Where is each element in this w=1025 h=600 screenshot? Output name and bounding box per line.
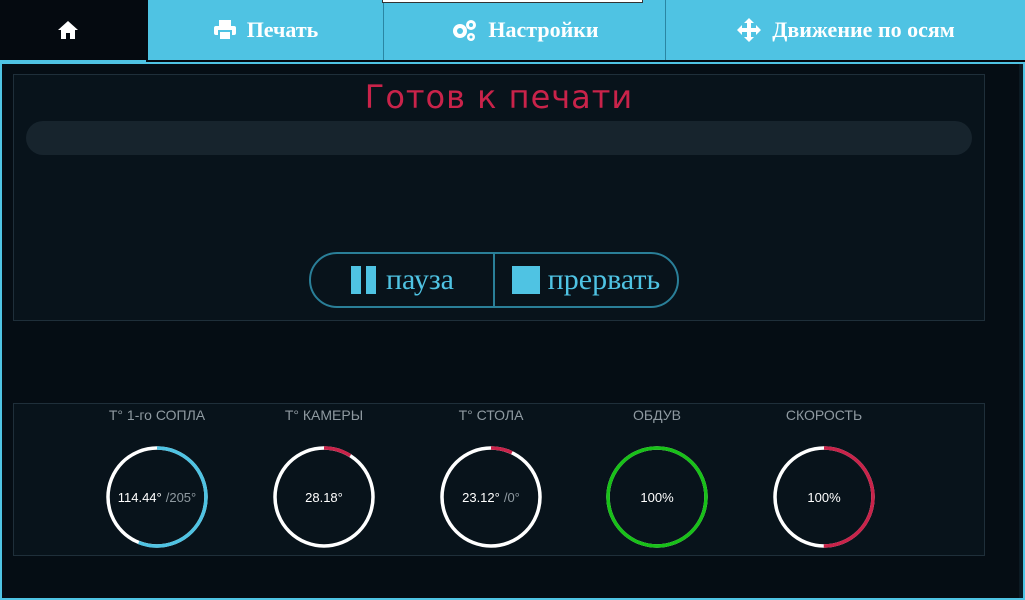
tab-bar: Печать Настройки Движение по осям	[0, 0, 1025, 64]
gauge: T° СТОЛА 23.12°/0°	[431, 405, 551, 549]
gauge-value: 100%	[605, 445, 709, 549]
tab-settings-label: Настройки	[488, 17, 599, 42]
tab-axes-label: Движение по осям	[772, 17, 955, 42]
gauge-ring: 28.18°	[272, 445, 376, 549]
tab-print[interactable]: Печать	[148, 0, 383, 60]
print-progress-bar	[26, 121, 972, 155]
tab-home[interactable]	[0, 0, 146, 64]
gauge-value: 114.44°/205°	[105, 445, 209, 549]
stop-icon	[511, 266, 540, 294]
scrollbar[interactable]	[1019, 64, 1023, 598]
gauge: T° 1-го СОПЛА 114.44°/205°	[97, 405, 217, 549]
gauge-ring: 100%	[605, 445, 709, 549]
gauge-target: /0°	[503, 489, 520, 505]
status-title: Готов к печати	[364, 78, 634, 116]
pause-label: пауза	[385, 263, 454, 296]
gauge: ОБДУВ 100%	[597, 405, 717, 549]
gauge-current: 114.44°	[117, 489, 162, 505]
gauge-current: 23.12°	[462, 489, 500, 505]
gauge-label: T° СТОЛА	[458, 407, 524, 423]
gauge-ring: 114.44°/205°	[105, 445, 209, 549]
gauge-label: T° КАМЕРЫ	[284, 407, 364, 423]
gauge-label: ОБДУВ	[633, 407, 681, 423]
gauge-ring: 100%	[772, 445, 876, 549]
gauge: СКОРОСТЬ 100%	[764, 405, 884, 549]
gauge-ring: 23.12°/0°	[439, 445, 543, 549]
gauge-current: 100%	[807, 489, 841, 505]
gauge-value: 28.18°	[272, 445, 376, 549]
tab-axes[interactable]: Движение по осям	[665, 0, 1025, 60]
dropdown-edge	[382, 0, 643, 3]
tab-settings[interactable]: Настройки	[383, 0, 665, 60]
gauge-current: 28.18°	[305, 489, 343, 505]
gauge-label: T° 1-го СОПЛА	[108, 407, 206, 423]
gears-icon	[453, 20, 477, 41]
gauge-current: 100%	[640, 489, 674, 505]
move-arrows-icon	[737, 18, 762, 42]
tab-print-label: Печать	[246, 17, 319, 42]
gauge-target: /205°	[165, 489, 197, 505]
abort-label: прервать	[547, 263, 661, 296]
abort-button[interactable]: прервать	[493, 254, 677, 306]
home-icon	[58, 21, 78, 39]
gauge-value: 100%	[772, 445, 876, 549]
gauge-value: 23.12°/0°	[439, 445, 543, 549]
pause-button[interactable]: пауза	[311, 254, 493, 306]
print-controls: пауза прервать	[309, 252, 679, 308]
gauge-label: СКОРОСТЬ	[785, 407, 863, 423]
pause-icon	[350, 266, 376, 294]
gauge: T° КАМЕРЫ 28.18°	[264, 405, 384, 549]
print-icon	[213, 20, 236, 41]
